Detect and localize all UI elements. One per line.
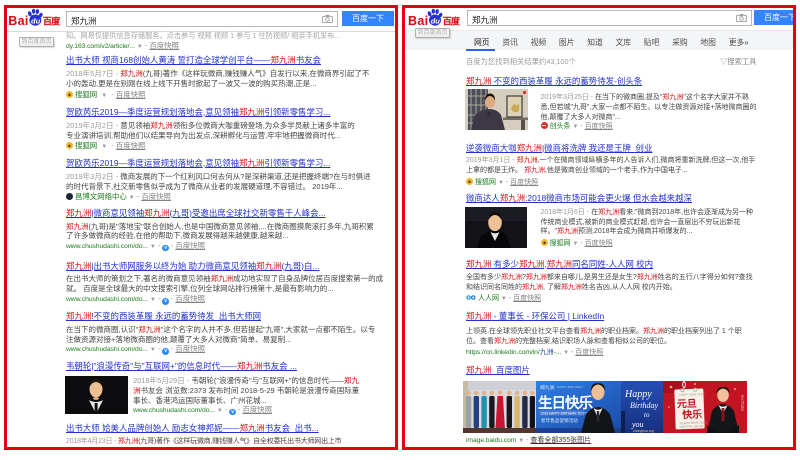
svg-text:zhonghua.org: zhonghua.org [632, 429, 654, 433]
svg-text:you: you [631, 420, 644, 429]
svg-text:生日快乐: 生日快乐 [538, 394, 593, 412]
svg-text:Happy: Happy [624, 389, 652, 400]
svg-text:百度: 百度 [442, 16, 460, 27]
svg-text:快乐: 快乐 [681, 408, 702, 422]
svg-text:郑九洲祝您: 郑九洲祝您 [740, 394, 744, 412]
svg-text:Bai: Bai [408, 14, 428, 28]
svg-text:to: to [644, 411, 650, 419]
svg-text:Bai: Bai [8, 14, 28, 28]
svg-text:新年售品促销活动: 新年售品促销活动 [541, 417, 578, 424]
svg-text:HAPPY BIRTHDAY: HAPPY BIRTHDAY [557, 385, 583, 389]
svg-text:Birthday: Birthday [630, 401, 658, 410]
svg-text:元旦: 元旦 [677, 398, 697, 411]
svg-text:郑九洲: 郑九洲 [540, 384, 555, 391]
svg-text:NATURAL SHOW: NATURAL SHOW [680, 424, 704, 429]
svg-text:百度: 百度 [43, 16, 61, 27]
svg-text:du: du [430, 16, 440, 25]
svg-text:2019 HAPPY BIRTHDAY TO YOU: 2019 HAPPY BIRTHDAY TO YOU [541, 412, 590, 416]
svg-text:du: du [31, 16, 41, 25]
